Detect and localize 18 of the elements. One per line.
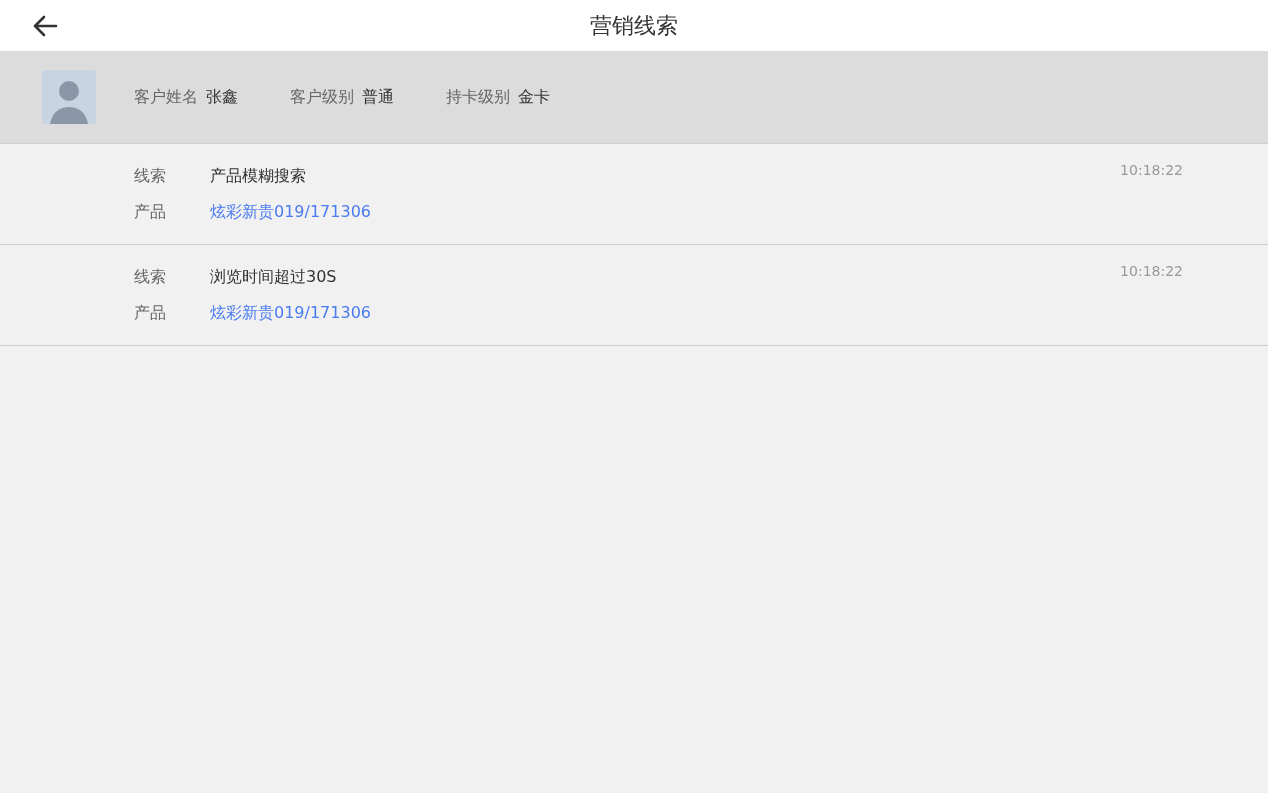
lead-time: 10:18:22	[1120, 263, 1183, 279]
product-link[interactable]: 炫彩新贵019/171306	[210, 201, 371, 223]
product-label: 产品	[134, 302, 167, 324]
field-value: 普通	[362, 86, 394, 108]
lead-text: 产品模糊搜索	[210, 165, 306, 187]
lead-label: 线索	[134, 165, 167, 187]
field-label: 客户姓名	[134, 86, 198, 108]
back-arrow-icon[interactable]	[32, 15, 58, 37]
product-label: 产品	[134, 201, 167, 223]
field-label: 客户级别	[290, 86, 354, 108]
field-label: 持卡级别	[446, 86, 510, 108]
page-title: 营销线索	[590, 11, 678, 40]
lead-text: 浏览时间超过30S	[210, 266, 337, 288]
product-link[interactable]: 炫彩新贵019/171306	[210, 302, 371, 324]
lead-time: 10:18:22	[1120, 162, 1183, 178]
field-value: 张鑫	[206, 86, 238, 108]
field-value: 金卡	[518, 86, 550, 108]
lead-label: 线索	[134, 266, 167, 288]
